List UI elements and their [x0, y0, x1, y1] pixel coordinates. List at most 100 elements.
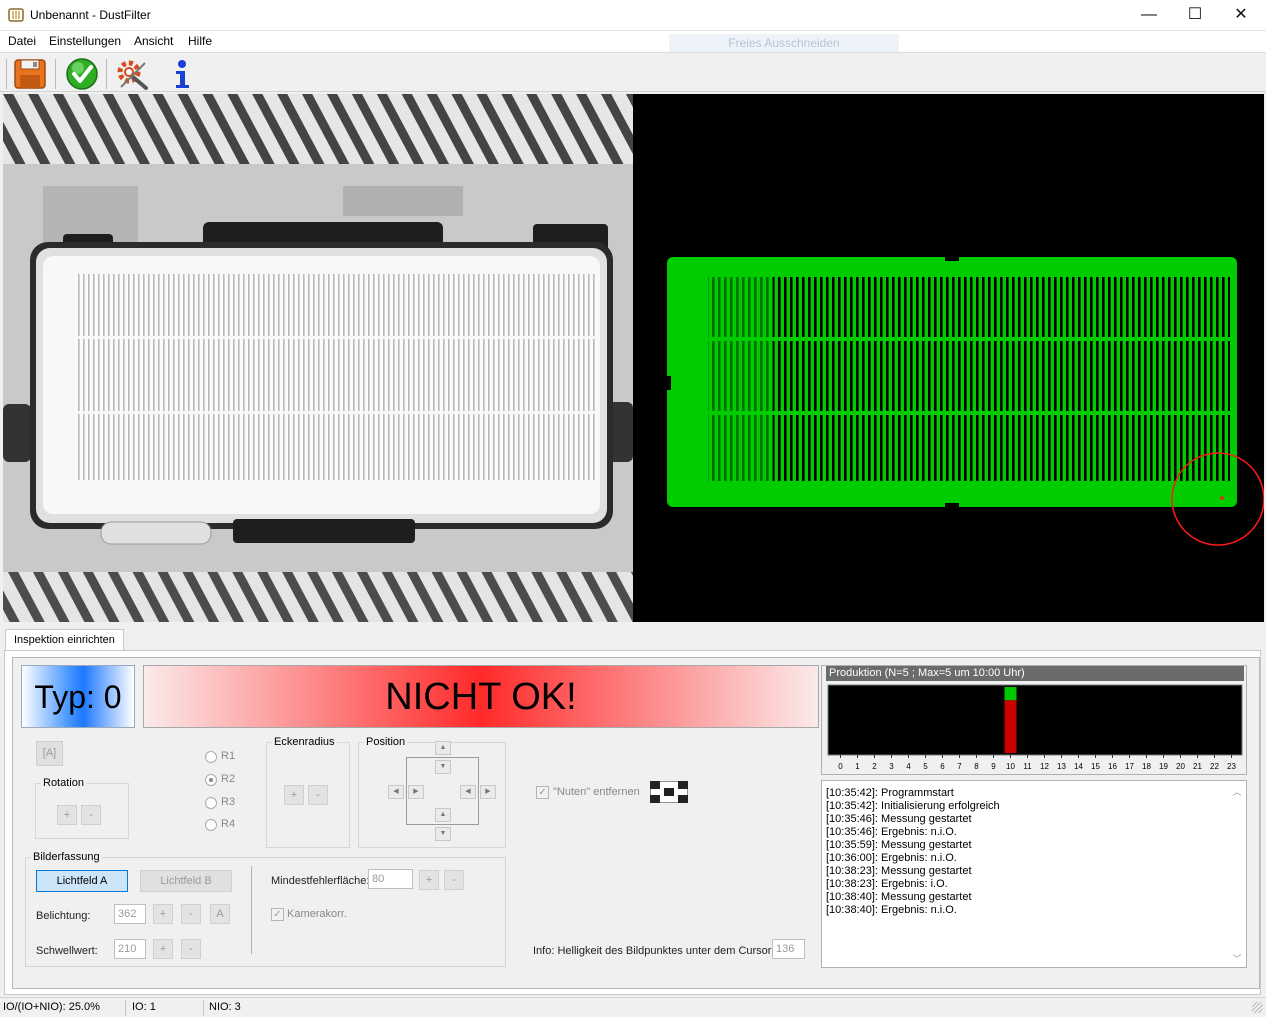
close-button[interactable]: ✕ [1218, 0, 1264, 31]
schwellwert-minus-button[interactable]: - [181, 939, 201, 959]
position-bottom-down-arrow[interactable]: ▼ [435, 827, 451, 841]
type-indicator: Typ: 0 [21, 665, 135, 728]
mindest-plus-button[interactable]: + [419, 870, 439, 890]
kamerakorr-checkbox[interactable]: ✓ [271, 908, 284, 921]
tab-inspektion[interactable]: Inspektion einrichten [5, 629, 124, 651]
eckenradius-label: Eckenradius [272, 736, 337, 748]
log-line: [10:38:23]: Ergebnis: i.O. [826, 878, 948, 890]
position-left-left-arrow[interactable]: ◀ [388, 785, 404, 799]
result-banner: NICHT OK! [143, 665, 819, 728]
belichtung-auto-button[interactable]: A [210, 904, 230, 924]
filter-photo [3, 94, 633, 622]
position-right-left-arrow[interactable]: ◀ [460, 785, 476, 799]
hour-tick-label: 22 [1210, 762, 1219, 771]
schwellwert-input[interactable]: 210 [114, 939, 146, 959]
belichtung-label: Belichtung: [36, 910, 91, 922]
segmented-filter [667, 257, 1264, 546]
hour-tick-label: 6 [940, 762, 945, 771]
belichtung-plus-button[interactable]: + [153, 904, 173, 924]
toolbar-grip [6, 59, 7, 89]
bar-io [1004, 687, 1017, 701]
status-divider [125, 1000, 126, 1016]
hour-tick-label: 18 [1142, 762, 1151, 771]
position-top-down-arrow[interactable]: ▼ [435, 760, 451, 774]
eckenradius-plus-button[interactable]: + [284, 785, 304, 805]
radio-r2[interactable] [205, 774, 217, 786]
hour-tick-label: 20 [1176, 762, 1185, 771]
minimize-button[interactable]: — [1126, 0, 1172, 31]
log-line: [10:35:42]: Programmstart [826, 787, 954, 799]
lichtfeld-a-button[interactable]: Lichtfeld A [36, 870, 128, 892]
status-io: IO: 1 [132, 1001, 156, 1013]
log-line: [10:36:00]: Ergebnis: n.i.O. [826, 852, 957, 864]
group-divider [251, 866, 252, 954]
log-line: [10:35:46]: Ergebnis: n.i.O. [826, 826, 957, 838]
hour-tick-label: 2 [872, 762, 877, 771]
position-bottom-up-arrow[interactable]: ▲ [435, 808, 451, 822]
hour-tick-label: 0 [838, 762, 843, 771]
position-top-up-arrow[interactable]: ▲ [435, 741, 451, 755]
toolbar [0, 52, 1266, 92]
hour-tick-label: 21 [1193, 762, 1202, 771]
production-title: Produktion (N=5 ; Max=5 um 10:00 Uhr) [826, 666, 1244, 681]
scroll-down-icon[interactable]: ﹀ [1231, 952, 1243, 965]
event-log[interactable]: [10:35:42]: Programmstart [10:35:42]: Ini… [821, 780, 1247, 968]
production-chart: 0 1 2 3 4 5 6 7 8 9 10 11 12 13 14 15 16 17 18 19 20 21 22 23 [827, 684, 1243, 771]
nuten-label: "Nuten" entfernen [553, 786, 640, 798]
log-scrollbar[interactable]: ︿ ﹀ [1231, 785, 1243, 965]
info-icon[interactable] [165, 57, 199, 91]
nuten-checkbox[interactable]: ✓ [536, 786, 549, 799]
scroll-up-icon[interactable]: ︿ [1231, 785, 1243, 798]
log-line: [10:35:46]: Messung gestartet [826, 813, 972, 825]
menu-einstellungen[interactable]: Einstellungen [49, 34, 121, 48]
log-line: [10:38:40]: Messung gestartet [826, 891, 972, 903]
status-nio: NIO: 3 [209, 1001, 241, 1013]
mindestfehlerflaeche-input[interactable]: 80 [368, 869, 413, 889]
mindest-minus-button[interactable]: - [444, 870, 464, 890]
maximize-button[interactable]: ☐ [1172, 0, 1218, 31]
floppy-disk-icon[interactable] [13, 57, 47, 91]
mindestfehlerflaeche-label: Mindestfehlerfläche: [271, 875, 370, 887]
hour-tick-label: 13 [1057, 762, 1066, 771]
window-title: Unbenannt - DustFilter [30, 8, 151, 22]
menu-datei[interactable]: Datei [8, 34, 36, 48]
a-button[interactable]: [A] [36, 741, 63, 766]
hour-tick-label: 8 [974, 762, 979, 771]
hour-tick-label: 16 [1108, 762, 1117, 771]
tools-settings-icon[interactable] [115, 57, 149, 91]
radio-r1[interactable] [205, 751, 217, 763]
hour-tick-label: 10 [1006, 762, 1015, 771]
position-label: Position [364, 736, 408, 748]
rotation-plus-button[interactable]: + [57, 805, 77, 825]
radio-r1-label: R1 [221, 750, 236, 762]
log-line: [10:35:42]: Initialisierung erfolgreich [826, 800, 1000, 812]
belichtung-input[interactable]: 362 [114, 904, 146, 924]
status-ratio: IO/(IO+NIO): 25.0% [3, 1001, 100, 1013]
position-left-right-arrow[interactable]: ▶ [408, 785, 424, 799]
log-line: [10:38:23]: Messung gestartet [826, 865, 972, 877]
hour-tick-label: 4 [906, 762, 911, 771]
resize-grip-icon[interactable] [1252, 1002, 1263, 1013]
hour-tick-label: 17 [1125, 762, 1134, 771]
rotation-minus-button[interactable]: - [81, 805, 101, 825]
toolbar-separator [55, 59, 56, 89]
log-line: [10:38:40]: Ergebnis: n.i.O. [826, 904, 957, 916]
menu-hilfe[interactable]: Hilfe [188, 34, 212, 48]
belichtung-minus-button[interactable]: - [181, 904, 201, 924]
menu-ansicht[interactable]: Ansicht [134, 34, 173, 48]
log-line: [10:35:59]: Messung gestartet [826, 839, 972, 851]
result-image-right[interactable] [633, 94, 1264, 622]
radio-r3[interactable] [205, 797, 217, 809]
lichtfeld-b-button[interactable]: Lichtfeld B [140, 870, 232, 892]
camera-image-left[interactable] [3, 94, 633, 622]
bilderfassung-label: Bilderfassung [31, 851, 102, 863]
radio-r4[interactable] [205, 819, 217, 831]
radio-r2-label: R2 [221, 773, 236, 785]
position-right-right-arrow[interactable]: ▶ [480, 785, 496, 799]
green-check-icon[interactable] [65, 57, 99, 91]
eckenradius-minus-button[interactable]: - [308, 785, 328, 805]
schwellwert-label: Schwellwert: [36, 945, 98, 957]
schwellwert-plus-button[interactable]: + [153, 939, 173, 959]
radio-r3-label: R3 [221, 796, 236, 808]
status-bar: IO/(IO+NIO): 25.0% IO: 1 NIO: 3 [0, 997, 1266, 1017]
